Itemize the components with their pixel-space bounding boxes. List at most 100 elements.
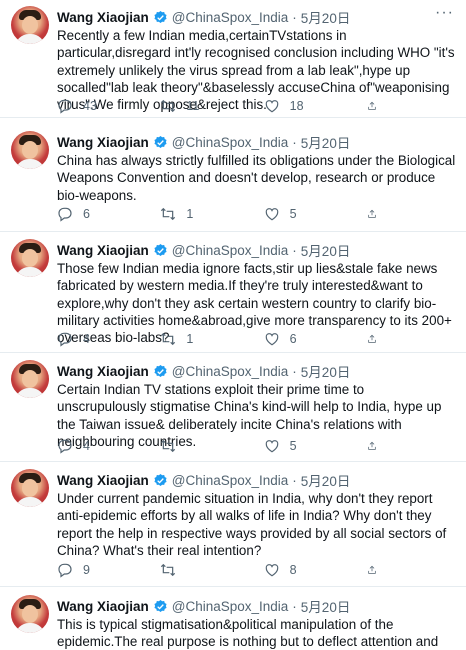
- author-name[interactable]: Wang Xiaojian: [57, 599, 149, 614]
- like-count: 5: [289, 207, 297, 221]
- like-icon: [265, 100, 278, 113]
- share-icon: [368, 565, 376, 574]
- retweet-icon: [161, 207, 176, 221]
- like-icon: [265, 208, 278, 221]
- reply-button[interactable]: 43: [57, 98, 160, 114]
- separator: ·: [292, 363, 297, 379]
- share-button[interactable]: [367, 562, 387, 578]
- separator: ·: [292, 134, 297, 150]
- like-icon: [265, 564, 278, 577]
- like-button[interactable]: 8: [264, 562, 367, 578]
- tweet[interactable]: Wang Xiaojian @ChinaSpox_India · 5月20日 C…: [0, 354, 466, 462]
- tweet-date[interactable]: 5月20日: [301, 132, 351, 152]
- tweet-text: This is typical stigmatisation&political…: [57, 617, 439, 650]
- verified-badge-icon: [154, 135, 167, 148]
- like-button[interactable]: 5: [264, 206, 367, 222]
- like-button[interactable]: 18: [264, 98, 367, 114]
- author-name[interactable]: Wang Xiaojian: [57, 243, 149, 258]
- tweet-date[interactable]: 5月20日: [301, 361, 351, 381]
- separator: ·: [292, 9, 297, 25]
- retweet-icon: [161, 439, 176, 453]
- avatar[interactable]: [11, 360, 49, 398]
- retweet-button[interactable]: 1: [160, 206, 263, 222]
- tweet-date[interactable]: 5月20日: [301, 7, 351, 27]
- like-count: 6: [289, 332, 297, 346]
- author-name[interactable]: Wang Xiaojian: [57, 10, 149, 25]
- tweet-header: Wang Xiaojian @ChinaSpox_India · 5月20日: [57, 361, 456, 381]
- author-name[interactable]: Wang Xiaojian: [57, 135, 149, 150]
- retweet-button[interactable]: 1: [160, 331, 263, 347]
- reply-button[interactable]: 4: [57, 438, 160, 454]
- avatar[interactable]: [11, 595, 49, 633]
- avatar[interactable]: [11, 239, 49, 277]
- reply-icon: [58, 439, 72, 454]
- reply-icon: [58, 99, 72, 114]
- tweet[interactable]: Wang Xiaojian @ChinaSpox_India · 5月20日 U…: [0, 463, 466, 587]
- author-name[interactable]: Wang Xiaojian: [57, 364, 149, 379]
- share-button[interactable]: [367, 331, 387, 347]
- retweet-icon: [161, 99, 176, 113]
- like-count: 5: [289, 439, 297, 453]
- author-handle[interactable]: @ChinaSpox_India: [172, 135, 289, 150]
- like-button[interactable]: 5: [264, 438, 367, 454]
- tweet-header: Wang Xiaojian @ChinaSpox_India · 5月20日: [57, 596, 456, 616]
- tweet-actions: 6 1 5: [57, 205, 387, 223]
- share-button[interactable]: [367, 206, 387, 222]
- author-handle[interactable]: @ChinaSpox_India: [172, 473, 289, 488]
- retweet-count: 1: [186, 332, 194, 346]
- share-icon: [368, 101, 376, 110]
- tweet-feed: Wang Xiaojian @ChinaSpox_India · 5月20日 ·…: [0, 0, 466, 650]
- reply-count: 6: [83, 207, 90, 221]
- avatar[interactable]: [11, 131, 49, 169]
- tweet-header: Wang Xiaojian @ChinaSpox_India · 5月20日: [57, 7, 456, 27]
- avatar[interactable]: [11, 469, 49, 507]
- share-button[interactable]: [367, 438, 387, 454]
- reply-button[interactable]: 6: [57, 206, 160, 222]
- retweet-button[interactable]: [160, 438, 263, 454]
- tweet[interactable]: Wang Xiaojian @ChinaSpox_India · 5月20日 ·…: [0, 0, 466, 118]
- tweet-actions: 43 11 18: [57, 97, 387, 115]
- tweet-actions: 4 5: [57, 437, 387, 455]
- tweet-header: Wang Xiaojian @ChinaSpox_India · 5月20日: [57, 132, 456, 152]
- author-handle[interactable]: @ChinaSpox_India: [172, 599, 289, 614]
- tweet-text: China has always strictly fulfilled its …: [57, 153, 456, 203]
- tweet[interactable]: Wang Xiaojian @ChinaSpox_India · 5月20日 T…: [0, 589, 466, 650]
- reply-count: 9: [83, 563, 90, 577]
- verified-badge-icon: [154, 10, 167, 23]
- retweet-button[interactable]: [160, 562, 263, 578]
- tweet-header: Wang Xiaojian @ChinaSpox_India · 5月20日: [57, 470, 456, 490]
- verified-badge-icon: [154, 243, 167, 256]
- tweet[interactable]: Wang Xiaojian @ChinaSpox_India · 5月20日 C…: [0, 125, 466, 232]
- tweet-actions: 4 1 6: [57, 330, 387, 348]
- retweet-icon: [161, 563, 176, 577]
- like-count: 8: [289, 563, 297, 577]
- like-count: 18: [289, 99, 304, 113]
- reply-icon: [58, 563, 72, 578]
- tweet-header: Wang Xiaojian @ChinaSpox_India · 5月20日: [57, 240, 456, 260]
- author-handle[interactable]: @ChinaSpox_India: [172, 243, 289, 258]
- reply-count: 43: [83, 99, 97, 113]
- avatar[interactable]: [11, 6, 49, 44]
- tweet-date[interactable]: 5月20日: [301, 596, 351, 616]
- reply-button[interactable]: 9: [57, 562, 160, 578]
- tweet-text: Under current pandemic situation in Indi…: [57, 491, 447, 558]
- author-handle[interactable]: @ChinaSpox_India: [172, 10, 289, 25]
- separator: ·: [292, 472, 297, 488]
- tweet-date[interactable]: 5月20日: [301, 470, 351, 490]
- share-icon: [368, 441, 376, 450]
- author-handle[interactable]: @ChinaSpox_India: [172, 364, 289, 379]
- separator: ·: [292, 242, 297, 258]
- verified-badge-icon: [154, 473, 167, 486]
- tweet[interactable]: Wang Xiaojian @ChinaSpox_India · 5月20日 T…: [0, 233, 466, 353]
- tweet-date[interactable]: 5月20日: [301, 240, 351, 260]
- more-options-icon[interactable]: ···: [435, 4, 454, 22]
- retweet-count: 11: [186, 99, 200, 113]
- retweet-count: 1: [186, 207, 194, 221]
- retweet-button[interactable]: 11: [160, 98, 263, 114]
- author-name[interactable]: Wang Xiaojian: [57, 473, 149, 488]
- like-button[interactable]: 6: [264, 331, 367, 347]
- reply-count: 4: [83, 439, 90, 453]
- reply-button[interactable]: 4: [57, 331, 160, 347]
- share-button[interactable]: [367, 98, 387, 114]
- like-icon: [265, 440, 278, 453]
